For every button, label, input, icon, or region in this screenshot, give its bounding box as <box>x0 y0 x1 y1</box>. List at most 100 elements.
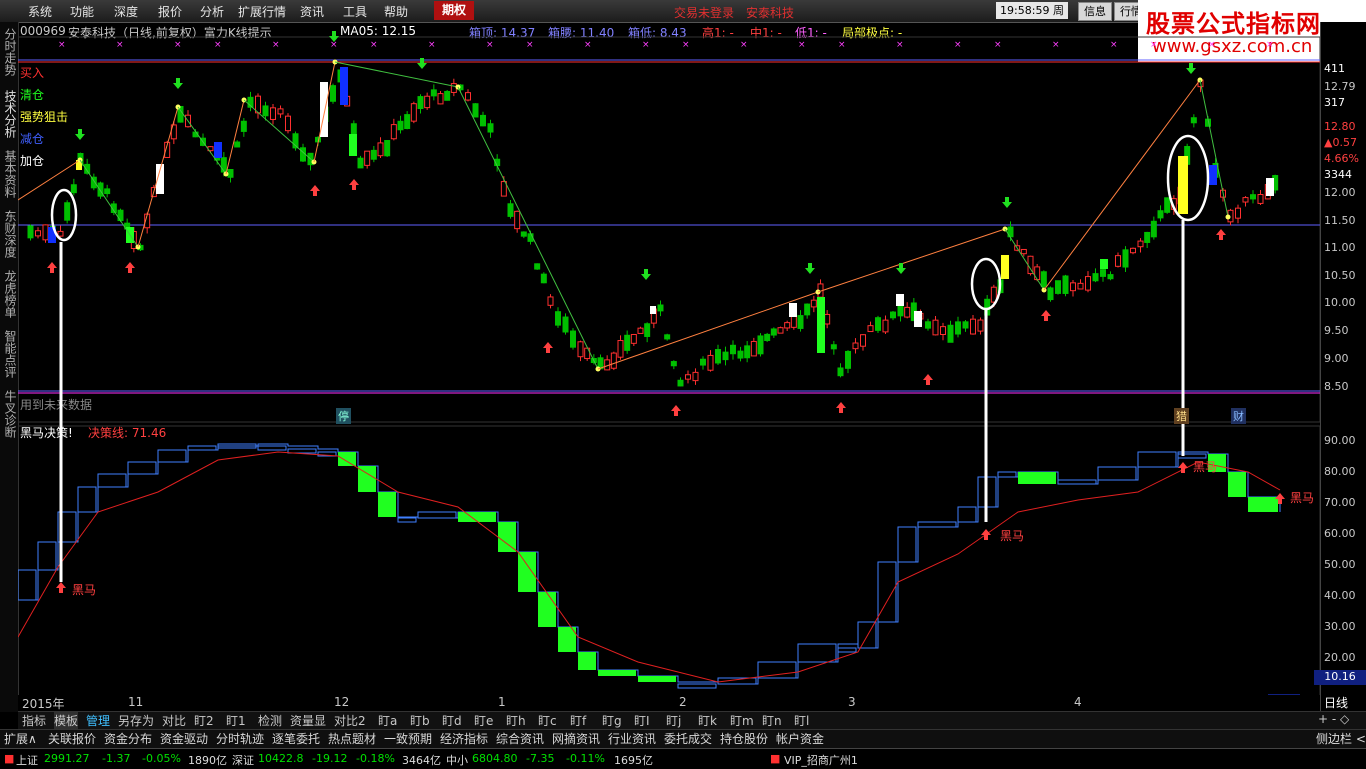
x-label-11: 11 <box>128 695 144 709</box>
toolbar1-item-1[interactable]: 模板 <box>54 712 79 729</box>
toolbar2-item-2[interactable]: 资金分布 <box>104 730 152 747</box>
toolbar2-item-5[interactable]: 逐笔委托 <box>272 730 320 747</box>
info-button[interactable]: 信息 <box>1078 2 1112 21</box>
buy-arrow-icon <box>543 342 553 353</box>
candle-body <box>692 371 699 382</box>
indicator-down-block <box>578 652 596 670</box>
toolbar1-item-14[interactable]: 盯h <box>506 712 526 729</box>
candle-body <box>624 334 631 351</box>
toolbar2-item-3[interactable]: 资金驱动 <box>160 730 208 747</box>
menu-analysis[interactable]: 分析 <box>200 3 224 20</box>
toolbar-plus-minus[interactable]: + - ◇ <box>1318 712 1349 726</box>
toolbar1-item-12[interactable]: 盯d <box>442 712 462 729</box>
candle-body <box>1257 194 1264 204</box>
toolbar1-item-17[interactable]: 盯g <box>602 712 622 729</box>
toolbar1-item-7[interactable]: 检测 <box>258 712 282 729</box>
menu-quote[interactable]: 报价 <box>158 3 182 20</box>
candle-body <box>42 224 49 241</box>
toolbar2-item-11[interactable]: 行业资讯 <box>608 730 656 747</box>
toolbar1-item-15[interactable]: 盯c <box>538 712 557 729</box>
candle-body <box>1100 269 1106 277</box>
axis-ind-90: 90.00 <box>1324 434 1356 447</box>
toolbar1-item-18[interactable]: 盯I <box>634 712 650 729</box>
sell-arrow-icon <box>805 263 815 274</box>
indicator-up-block <box>897 526 917 563</box>
indicator-up-block <box>757 661 797 679</box>
toolbar2-item-12[interactable]: 委托成交 <box>664 730 712 747</box>
tab-technical[interactable]: 技术分析 <box>2 90 17 138</box>
toolbar2-item-9[interactable]: 综合资讯 <box>496 730 544 747</box>
tab-diagnose[interactable]: 牛叉诊断 <box>2 390 17 438</box>
toolbar2-item-1[interactable]: 关联报价 <box>48 730 96 747</box>
candle-body <box>677 379 684 387</box>
toolbar2-item-0[interactable]: 扩展∧ <box>4 730 37 747</box>
toolbar1-item-4[interactable]: 对比 <box>162 712 186 729</box>
indicator-up-block <box>997 471 1017 478</box>
toolbar1-item-9[interactable]: 对比2 <box>334 712 366 729</box>
toolbar1-item-23[interactable]: 盯l <box>794 712 809 729</box>
marker-pai: 猎 <box>1174 408 1189 424</box>
tab-dragon-tiger[interactable]: 龙虎榜单 <box>2 270 17 318</box>
period-label[interactable]: 日线 <box>1324 694 1348 711</box>
indicator-up-block <box>18 569 37 601</box>
login-status[interactable]: 交易未登录 <box>674 4 734 21</box>
tab-fundamentals[interactable]: 基本资料 <box>2 150 17 198</box>
toolbar1-item-0[interactable]: 指标 <box>22 712 46 729</box>
kline-chart[interactable]: × × × × × × × × × × × × × × × × × × × × × × × × <box>18 22 1320 712</box>
candle-body <box>1235 207 1241 219</box>
tab-review[interactable]: 智能点评 <box>2 330 17 378</box>
toolbar1-item-21[interactable]: 盯m <box>730 712 754 729</box>
candle-body <box>750 340 757 357</box>
heima-label-2: 黑马 <box>1000 529 1025 543</box>
candle-body <box>472 103 479 118</box>
sidebar-toggle[interactable]: 侧边栏 < <box>1316 730 1366 747</box>
toolbar1-item-2[interactable]: 管理 <box>86 712 110 729</box>
toolbar2-item-14[interactable]: 帐户资金 <box>776 730 824 747</box>
menu-help[interactable]: 帮助 <box>384 3 408 20</box>
broker-name[interactable]: 安泰科技 <box>746 4 794 21</box>
signal-candle <box>340 67 348 105</box>
toolbar1-item-8[interactable]: 资量显 <box>290 712 326 729</box>
sz-label[interactable]: 深证 <box>232 752 254 768</box>
toolbar1-item-11[interactable]: 盯b <box>410 712 430 729</box>
marker-x: × <box>174 40 182 50</box>
toolbar2-item-4[interactable]: 分时轨迹 <box>216 730 264 747</box>
sh-amount: 1890亿 <box>188 754 227 767</box>
menu-ext-market[interactable]: 扩展行情 <box>238 3 286 20</box>
menu-depth[interactable]: 深度 <box>114 3 138 20</box>
toolbar1-item-6[interactable]: 盯1 <box>226 712 246 729</box>
toolbar2-item-7[interactable]: 一致预期 <box>384 730 432 747</box>
axis-price-11-5: 11.50 <box>1324 214 1356 227</box>
signal-candle <box>1209 165 1217 185</box>
candle-body <box>1242 197 1249 203</box>
sh-arrow-icon: ■ <box>4 752 15 765</box>
toolbar1-item-19[interactable]: 盯j <box>666 712 681 729</box>
candle-body <box>1040 271 1047 287</box>
toolbar1-item-5[interactable]: 盯2 <box>194 712 214 729</box>
x-label-2: 2 <box>679 695 687 709</box>
signal-candle <box>1100 259 1108 269</box>
menu-options[interactable]: 期权 <box>434 1 474 20</box>
sh-label[interactable]: 上证 <box>16 752 38 768</box>
vip-account[interactable]: VIP_招商广州1 <box>784 752 858 768</box>
menu-system[interactable]: 系统 <box>28 3 52 20</box>
zigzag-segment <box>177 106 227 175</box>
menu-news[interactable]: 资讯 <box>300 3 324 20</box>
toolbar1-item-20[interactable]: 盯k <box>698 712 717 729</box>
toolbar2-item-8[interactable]: 经济指标 <box>440 730 488 747</box>
toolbar1-item-13[interactable]: 盯e <box>474 712 493 729</box>
toolbar1-item-3[interactable]: 另存为 <box>118 712 154 729</box>
candle-body <box>364 150 371 166</box>
tab-intraday[interactable]: 分时走势 <box>2 28 17 76</box>
toolbar2-item-10[interactable]: 网摘资讯 <box>552 730 600 747</box>
candle-body <box>285 115 291 132</box>
toolbar1-item-22[interactable]: 盯n <box>762 712 782 729</box>
menu-function[interactable]: 功能 <box>70 3 94 20</box>
menu-tools[interactable]: 工具 <box>343 3 367 20</box>
toolbar1-item-10[interactable]: 盯a <box>378 712 397 729</box>
tab-depth[interactable]: 东财深度 <box>2 210 17 258</box>
zx-label[interactable]: 中小 <box>446 752 468 768</box>
toolbar1-item-16[interactable]: 盯f <box>570 712 586 729</box>
toolbar2-item-13[interactable]: 持仓股份 <box>720 730 768 747</box>
toolbar2-item-6[interactable]: 热点题材 <box>328 730 376 747</box>
